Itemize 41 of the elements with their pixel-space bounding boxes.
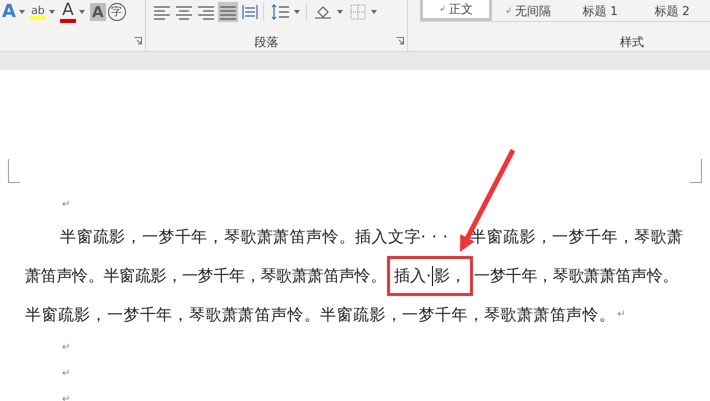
- align-left-icon: [154, 4, 170, 20]
- dialog-launcher-icon[interactable]: [134, 37, 142, 45]
- document-text: 影，: [434, 264, 466, 286]
- line-spacing-icon: [271, 4, 290, 20]
- dropdown-caret-icon[interactable]: [337, 10, 344, 14]
- corner-mark-icon: [8, 159, 20, 183]
- document-text: 一梦千年，琴歌萧萧笛声怜。: [474, 264, 678, 286]
- distributed-icon: [242, 4, 258, 20]
- dialog-launcher-icon[interactable]: [396, 37, 404, 45]
- document-text: 半窗疏影，一梦千年，琴歌萧萧笛声怜。插入文字· · · 半窗疏影，一梦千年，琴歌萧: [60, 226, 684, 248]
- document-text: 萧笛声怜。半窗疏影，一梦千年，琴歌萧萧笛声怜。: [25, 264, 386, 286]
- dropdown-caret-icon[interactable]: [48, 10, 55, 14]
- corner-mark-icon: [690, 159, 702, 183]
- dropdown-caret-icon[interactable]: [18, 10, 25, 14]
- style-item[interactable]: ↲ 正文: [420, 0, 492, 21]
- dropdown-caret-icon[interactable]: [294, 10, 300, 14]
- dropdown-caret-icon[interactable]: [78, 10, 85, 14]
- style-item[interactable]: 标题 2: [636, 0, 708, 21]
- borders-icon: [350, 4, 366, 20]
- text-effect-icon[interactable]: A: [2, 3, 16, 21]
- document-text: 半窗疏影，一梦千年，琴歌萧萧笛声怜。半窗疏影，一梦千年，琴歌萧萧笛声怜。: [25, 304, 616, 326]
- group-label: 样式: [620, 34, 644, 51]
- group-label: 段落: [254, 34, 278, 51]
- style-item[interactable]: 标题 1: [564, 0, 636, 21]
- dropdown-caret-icon[interactable]: [371, 10, 378, 14]
- align-center-icon: [176, 4, 192, 20]
- paragraph-tool-button[interactable]: [269, 2, 292, 22]
- paragraph-mark: ↵: [62, 198, 70, 212]
- character-shading-icon[interactable]: A: [90, 3, 106, 21]
- paragraph-tool-button[interactable]: [218, 2, 238, 22]
- paragraph-mark: ↵: [62, 340, 70, 354]
- enclose-characters-icon[interactable]: 字: [108, 3, 126, 21]
- justify-icon: [220, 4, 236, 20]
- align-right-icon: [198, 4, 214, 20]
- paragraph-mark: ↵: [62, 392, 70, 401]
- document-text: 插入·: [394, 264, 432, 286]
- text-cursor: [432, 266, 434, 286]
- paragraph-mark: ↵: [617, 308, 626, 322]
- style-item[interactable]: ↲ 无间隔: [492, 0, 564, 21]
- paragraph-mark: ↵: [62, 366, 70, 380]
- paragraph-tool-button[interactable]: [240, 2, 260, 22]
